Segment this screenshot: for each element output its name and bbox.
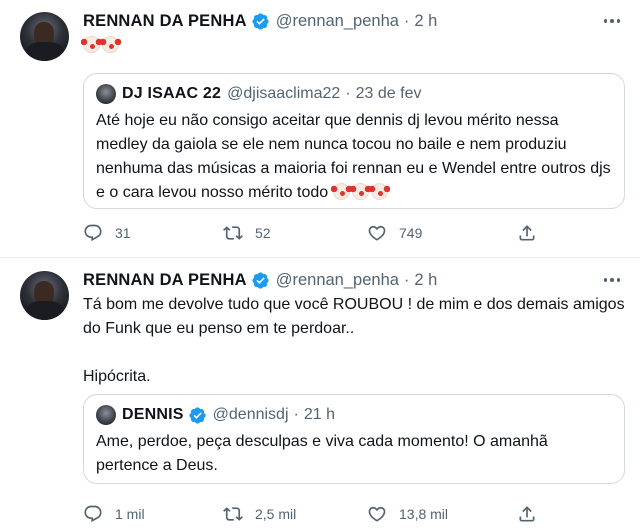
timestamp[interactable]: 2 h [414, 271, 437, 290]
reply-button[interactable]: 31 [83, 222, 131, 244]
clown-face-emoji [81, 36, 102, 53]
reply-count: 1 mil [115, 506, 145, 522]
avatar [96, 405, 116, 425]
avatar[interactable] [20, 12, 69, 61]
share-icon [517, 504, 537, 524]
reply-count: 31 [115, 225, 131, 241]
retweet-count: 52 [255, 225, 271, 241]
quoted-tweet-header: DENNIS @dennisdj · 21 h [122, 404, 335, 426]
tweet[interactable]: RENNAN DA PENHA @rennan_penha · 2 h DJ I… [0, 0, 640, 258]
text-line: nenhuma das músicas a maioria foi rennan… [96, 160, 611, 177]
text-line: Hipócrita. [83, 368, 151, 385]
retweet-count: 2,5 mil [255, 506, 297, 522]
tweet-actions: 31 52 749 [83, 222, 553, 244]
text-line: medley da gaiola se ele nem nunca tocou … [96, 136, 567, 153]
text-line: Até hoje eu não consigo aceitar que denn… [96, 112, 559, 129]
like-button[interactable]: 749 [367, 222, 422, 244]
author-handle: @dennisdj [212, 406, 289, 423]
author-handle[interactable]: @rennan_penha [276, 271, 399, 290]
separator-dot: · [403, 11, 410, 30]
text-line-blank [83, 341, 625, 365]
verified-badge-icon [251, 271, 270, 290]
text-line: pertence a Deus. [96, 457, 218, 474]
retweet-button[interactable]: 2,5 mil [223, 503, 296, 525]
retweet-icon [223, 223, 243, 243]
separator-dot: · [293, 406, 299, 423]
tweet-header: RENNAN DA PENHA @rennan_penha · 2 h [83, 10, 437, 32]
author-handle: @djisaaclima22 [227, 85, 341, 102]
text-line: e o cara levou nosso mérito todo [96, 181, 611, 205]
timestamp[interactable]: 2 h [414, 12, 437, 31]
text-line: Tá bom me devolve tudo que você ROUBOU !… [83, 296, 625, 313]
author-name[interactable]: RENNAN DA PENHA [83, 271, 247, 290]
text-line: Ame, perdoe, peça desculpas e viva cada … [96, 433, 548, 450]
verified-badge-icon [188, 406, 207, 425]
tweet[interactable]: RENNAN DA PENHA @rennan_penha · 2 h Tá b… [0, 259, 640, 531]
clown-face-emoji [330, 183, 352, 200]
avatar[interactable] [20, 271, 69, 320]
author-name[interactable]: RENNAN DA PENHA [83, 12, 247, 31]
like-count: 749 [399, 225, 423, 241]
timestamp: 23 de fev [355, 85, 422, 102]
retweet-icon [223, 504, 243, 524]
separator-dot: · [403, 270, 410, 289]
separator-dot: · [345, 85, 351, 102]
reply-button[interactable]: 1 mil [83, 503, 145, 525]
author-handle[interactable]: @rennan_penha [276, 12, 399, 31]
tweet-actions: 1 mil 2,5 mil 13,8 mil [83, 503, 553, 525]
text-line: do Funk que eu penso em te perdoar.. [83, 320, 355, 337]
quoted-tweet-text: Ame, perdoe, peça desculpas e viva cada … [96, 430, 548, 478]
clown-face-emoji [368, 183, 390, 200]
text-line-content: e o cara levou nosso mérito todo [96, 184, 329, 201]
heart-icon [367, 504, 387, 524]
retweet-button[interactable]: 52 [223, 222, 271, 244]
reply-icon [83, 223, 103, 243]
share-button[interactable] [517, 222, 537, 244]
quoted-tweet-text: Até hoje eu não consigo aceitar que denn… [96, 109, 611, 205]
reply-icon [83, 504, 103, 524]
clown-face-emoji [100, 36, 121, 53]
like-button[interactable]: 13,8 mil [367, 503, 448, 525]
share-button[interactable] [517, 503, 537, 525]
clown-face-emoji [349, 183, 371, 200]
quoted-tweet[interactable]: DENNIS @dennisdj · 21 h Ame, perdoe, peç… [83, 394, 625, 484]
timestamp: 21 h [303, 406, 335, 423]
more-icon[interactable] [600, 271, 624, 289]
heart-icon [367, 223, 387, 243]
share-icon [517, 223, 537, 243]
avatar [96, 84, 116, 104]
tweet-text [81, 34, 121, 58]
tweet-text: Tá bom me devolve tudo que você ROUBOU !… [83, 293, 625, 389]
more-icon[interactable] [600, 12, 624, 30]
tweet-header: RENNAN DA PENHA @rennan_penha · 2 h [83, 269, 437, 291]
quoted-tweet-header: DJ ISAAC 22 @djisaaclima22 · 23 de fev [122, 83, 421, 105]
author-name: DJ ISAAC 22 [122, 85, 222, 102]
like-count: 13,8 mil [399, 506, 449, 522]
author-name: DENNIS [122, 406, 184, 423]
quoted-tweet[interactable]: DJ ISAAC 22 @djisaaclima22 · 23 de fev A… [83, 73, 625, 209]
verified-badge-icon [251, 12, 270, 31]
